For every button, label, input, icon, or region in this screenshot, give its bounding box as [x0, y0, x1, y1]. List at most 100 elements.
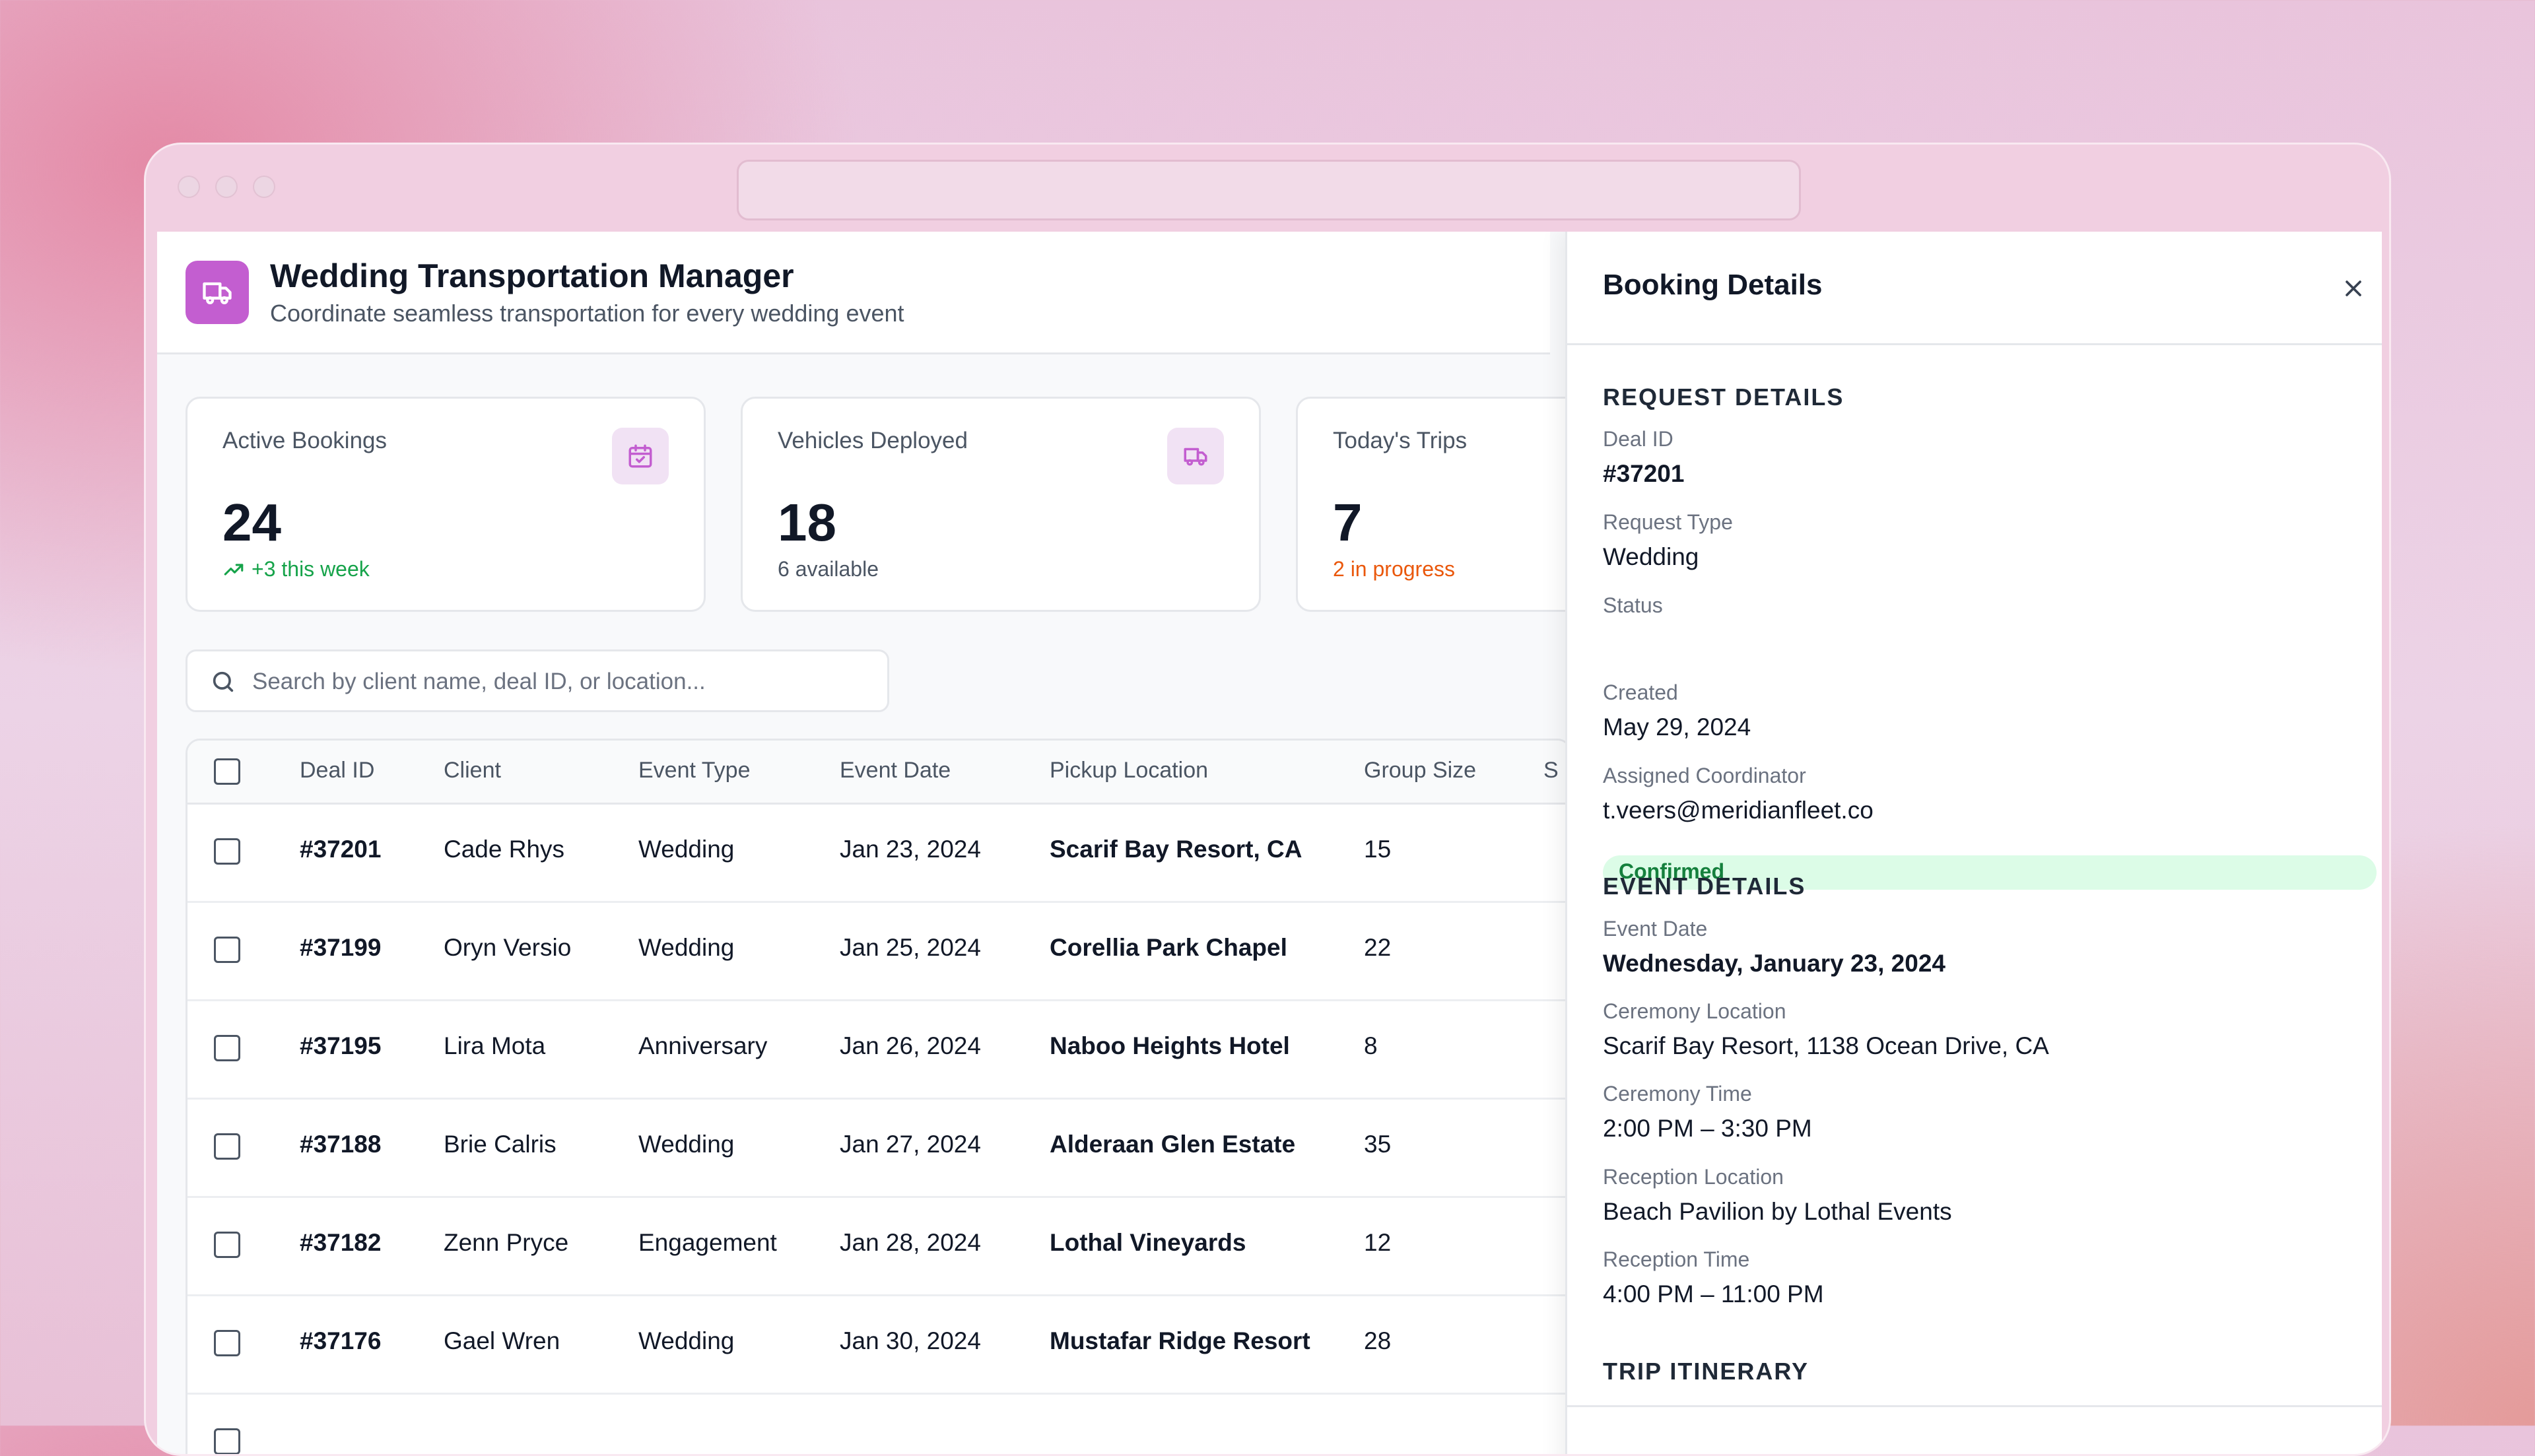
cell-pickup-location: Alderaan Glen Estate: [1050, 1131, 1296, 1158]
window-maximize-dot[interactable]: [253, 176, 275, 198]
address-bar[interactable]: [737, 160, 1801, 220]
reception-location-label: Reception Location: [1603, 1165, 1784, 1189]
request-type-label: Request Type: [1603, 510, 1733, 534]
column-header-pickup-location[interactable]: Pickup Location: [1050, 758, 1208, 783]
app-logo: [186, 261, 249, 324]
search-input[interactable]: [251, 651, 874, 711]
cell-client: Lira Mota: [444, 1032, 546, 1059]
ceremony-time-value: 2:00 PM – 3:30 PM: [1603, 1115, 1812, 1142]
cell-group-size: 35: [1364, 1131, 1392, 1158]
cell-client: Cade Rhys: [444, 836, 565, 863]
cell-client: Brie Calris: [444, 1131, 557, 1158]
cell-group-size: 28: [1364, 1327, 1392, 1354]
panel-header: Booking Details: [1567, 232, 2382, 345]
request-type-value: Wedding: [1603, 543, 1699, 570]
ceremony-time-label: Ceremony Time: [1603, 1082, 1752, 1106]
table-row[interactable]: #37201 Cade Rhys Wedding Jan 23, 2024 Sc…: [187, 803, 1570, 903]
search-icon: [213, 671, 234, 692]
panel-title: Booking Details: [1603, 269, 1823, 301]
booking-details-panel: Booking Details REQUEST DETAILS Deal ID …: [1565, 232, 2382, 1454]
created-label: Created: [1603, 680, 1678, 704]
cell-client: Oryn Versio: [444, 934, 572, 961]
stat-value: 7: [1333, 493, 1363, 552]
divider: [1567, 1405, 2382, 1407]
row-checkbox[interactable]: [214, 1035, 240, 1061]
section-event-details: EVENT DETAILS: [1603, 873, 1806, 900]
created-value: May 29, 2024: [1603, 713, 1751, 741]
coordinator-label: Assigned Coordinator: [1603, 764, 1806, 787]
cell-event-type: Anniversary: [638, 1032, 768, 1059]
window-minimize-dot[interactable]: [215, 176, 238, 198]
stat-trend-text: +3 this week: [252, 557, 370, 581]
cell-pickup-location: Mustafar Ridge Resort: [1050, 1327, 1310, 1354]
table-row[interactable]: #37182 Zenn Pryce Engagement Jan 28, 202…: [187, 1196, 1570, 1296]
cell-group-size: 22: [1364, 934, 1392, 961]
cell-event-type: Wedding: [638, 1327, 735, 1354]
row-checkbox[interactable]: [214, 937, 240, 963]
cell-event-type: Wedding: [638, 836, 735, 863]
cell-deal-id: #37201: [300, 836, 382, 863]
stat-label: Today's Trips: [1333, 428, 1468, 453]
cell-pickup-location: Naboo Heights Hotel: [1050, 1032, 1290, 1059]
browser-window: Wedding Transportation Manager Coordinat…: [144, 143, 2391, 1456]
row-checkbox[interactable]: [214, 1330, 240, 1356]
table-row[interactable]: #37195 Lira Mota Anniversary Jan 26, 202…: [187, 999, 1570, 1100]
cell-event-date: Jan 30, 2024: [840, 1327, 981, 1354]
close-button[interactable]: [2336, 271, 2371, 306]
stat-value: 24: [222, 493, 281, 552]
cell-deal-id: #37176: [300, 1327, 382, 1354]
table-header: Deal ID Client Event Type Event Date Pic…: [187, 741, 1570, 805]
cell-deal-id: #37188: [300, 1131, 382, 1158]
stat-label: Vehicles Deployed: [778, 428, 968, 453]
stat-card-vehicles-deployed: Vehicles Deployed 18 6 available: [741, 397, 1261, 612]
event-date-value: Wednesday, January 23, 2024: [1603, 950, 1945, 977]
cell-deal-id: #37195: [300, 1032, 382, 1059]
reception-time-label: Reception Time: [1603, 1247, 1750, 1271]
stat-sub: 6 available: [778, 557, 879, 581]
section-request-details: REQUEST DETAILS: [1603, 383, 1844, 411]
column-header-deal-id[interactable]: Deal ID: [300, 758, 374, 783]
cell-pickup-location: Corellia Park Chapel: [1050, 934, 1287, 961]
cell-pickup-location: Scarif Bay Resort, CA: [1050, 836, 1302, 863]
cell-event-date: Jan 28, 2024: [840, 1229, 981, 1256]
event-date-label: Event Date: [1603, 917, 1708, 941]
row-checkbox[interactable]: [214, 1232, 240, 1258]
table-row[interactable]: #37176 Gael Wren Wedding Jan 30, 2024 Mu…: [187, 1294, 1570, 1395]
stat-sub: 2 in progress: [1333, 557, 1455, 581]
select-all-checkbox[interactable]: [214, 758, 240, 785]
search-box[interactable]: [186, 649, 889, 712]
cell-event-date: Jan 26, 2024: [840, 1032, 981, 1059]
column-header-group-size[interactable]: Group Size: [1364, 758, 1476, 783]
cell-event-date: Jan 25, 2024: [840, 934, 981, 961]
stat-value: 18: [778, 493, 836, 552]
row-checkbox[interactable]: [214, 1133, 240, 1160]
page-subtitle: Coordinate seamless transportation for e…: [270, 300, 904, 327]
close-icon: [2346, 281, 2361, 296]
window-close-dot[interactable]: [178, 176, 200, 198]
row-checkbox[interactable]: [214, 1428, 240, 1454]
table-row[interactable]: #37188 Brie Calris Wedding Jan 27, 2024 …: [187, 1098, 1570, 1198]
stat-trend: +3 this week: [222, 557, 370, 581]
cell-client: Gael Wren: [444, 1327, 560, 1354]
cell-event-type: Wedding: [638, 934, 735, 961]
column-header-event-type[interactable]: Event Type: [638, 758, 751, 783]
column-header-client[interactable]: Client: [444, 758, 501, 783]
row-checkbox[interactable]: [214, 838, 240, 865]
section-trip-itinerary: TRIP ITINERARY: [1603, 1358, 1809, 1385]
table-row[interactable]: #37199 Oryn Versio Wedding Jan 25, 2024 …: [187, 901, 1570, 1001]
cell-event-type: Engagement: [638, 1229, 777, 1256]
column-header-status[interactable]: S: [1543, 758, 1559, 783]
bookings-table: Deal ID Client Event Type Event Date Pic…: [186, 739, 1572, 1454]
table-row[interactable]: [187, 1393, 1570, 1454]
reception-time-value: 4:00 PM – 11:00 PM: [1603, 1280, 1824, 1307]
cell-group-size: 15: [1364, 836, 1392, 863]
app-header: Wedding Transportation Manager Coordinat…: [157, 232, 1550, 354]
truck-icon: [203, 282, 232, 304]
app-content: Wedding Transportation Manager Coordinat…: [157, 232, 2382, 1454]
truck-icon: [1167, 428, 1224, 484]
reception-location-value: Beach Pavilion by Lothal Events: [1603, 1198, 1952, 1225]
stat-card-active-bookings: Active Bookings 24 +3 this week: [186, 397, 706, 612]
cell-group-size: 8: [1364, 1032, 1378, 1059]
cell-event-date: Jan 27, 2024: [840, 1131, 981, 1158]
column-header-event-date[interactable]: Event Date: [840, 758, 951, 783]
